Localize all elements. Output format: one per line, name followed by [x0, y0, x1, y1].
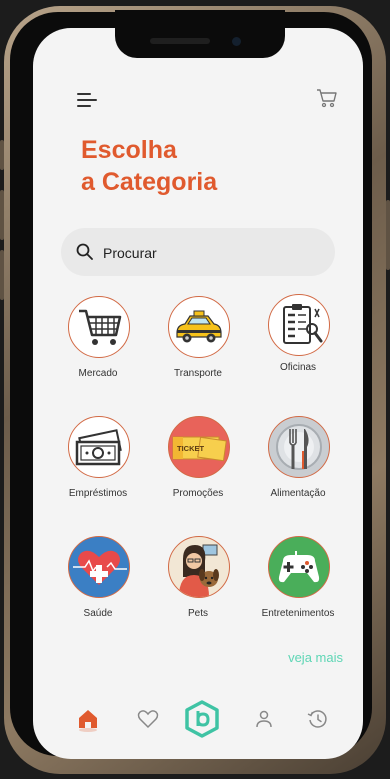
- nav-profile[interactable]: [251, 706, 277, 732]
- search-icon: [75, 242, 95, 262]
- category-saude[interactable]: Saúde: [48, 536, 148, 632]
- category-promocoes[interactable]: TICKET Promoções: [148, 416, 248, 512]
- heart-icon: [137, 710, 159, 729]
- nav-brand[interactable]: [183, 700, 221, 738]
- category-alimentacao[interactable]: Alimentação: [248, 416, 348, 512]
- cart-icon[interactable]: [315, 86, 339, 110]
- phone-power-button: [386, 200, 390, 270]
- shopping-cart-icon: [68, 296, 130, 358]
- category-label: Promoções: [172, 488, 224, 499]
- bottom-navigation: [33, 692, 363, 752]
- category-mercado[interactable]: Mercado: [48, 296, 148, 392]
- category-label: Alimentação: [270, 488, 326, 499]
- category-label: Pets: [187, 608, 208, 619]
- page-title: Escolha a Categoria: [81, 134, 321, 198]
- gamepad-icon: [268, 536, 330, 598]
- nav-favorites[interactable]: [135, 706, 161, 732]
- category-transporte[interactable]: Transporte: [148, 296, 248, 392]
- hamburger-menu-icon[interactable]: [77, 90, 101, 110]
- money-icon: [68, 416, 130, 478]
- taxi-icon: [168, 296, 230, 358]
- svg-text:TICKET: TICKET: [177, 444, 205, 453]
- phone-volume-down-button: [0, 250, 4, 300]
- category-entretenimentos[interactable]: Entretenimentos: [248, 536, 348, 632]
- phone-volume-up-button: [0, 190, 4, 240]
- category-pets[interactable]: Pets: [148, 536, 248, 632]
- phone-speaker: [150, 38, 210, 44]
- phone-side-button: [0, 140, 4, 170]
- history-icon: [307, 710, 327, 728]
- search-input[interactable]: [101, 240, 325, 266]
- page-title-line-1: Escolha: [81, 136, 177, 164]
- app-screen: Escolha a Categoria Mercado: [33, 28, 363, 759]
- category-label: Oficinas: [279, 362, 317, 373]
- cutlery-icon: [268, 416, 330, 478]
- category-label: Saúde: [83, 608, 113, 619]
- nav-history[interactable]: [305, 706, 331, 732]
- phone-notch: [115, 10, 285, 58]
- ticket-icon: TICKET: [168, 416, 230, 478]
- category-label: Mercado: [78, 368, 118, 379]
- pet-owner-icon: [168, 536, 230, 598]
- category-oficinas[interactable]: Oficinas: [248, 294, 348, 390]
- phone-camera: [232, 37, 241, 46]
- home-icon: [79, 710, 97, 732]
- page-title-line-2: a Categoria: [81, 168, 218, 196]
- user-icon: [256, 710, 272, 728]
- search-bar[interactable]: [61, 228, 335, 276]
- category-label: Empréstimos: [68, 488, 128, 499]
- brand-logo-icon: [185, 700, 219, 738]
- nav-home[interactable]: [75, 706, 101, 732]
- category-emprestimos[interactable]: Empréstimos: [48, 416, 148, 512]
- heart-health-icon: [68, 536, 130, 598]
- category-label: Transporte: [174, 368, 222, 379]
- repair-checklist-icon: [268, 294, 330, 356]
- see-more-link[interactable]: veja mais: [253, 650, 343, 665]
- category-label: Entretenimentos: [261, 608, 335, 619]
